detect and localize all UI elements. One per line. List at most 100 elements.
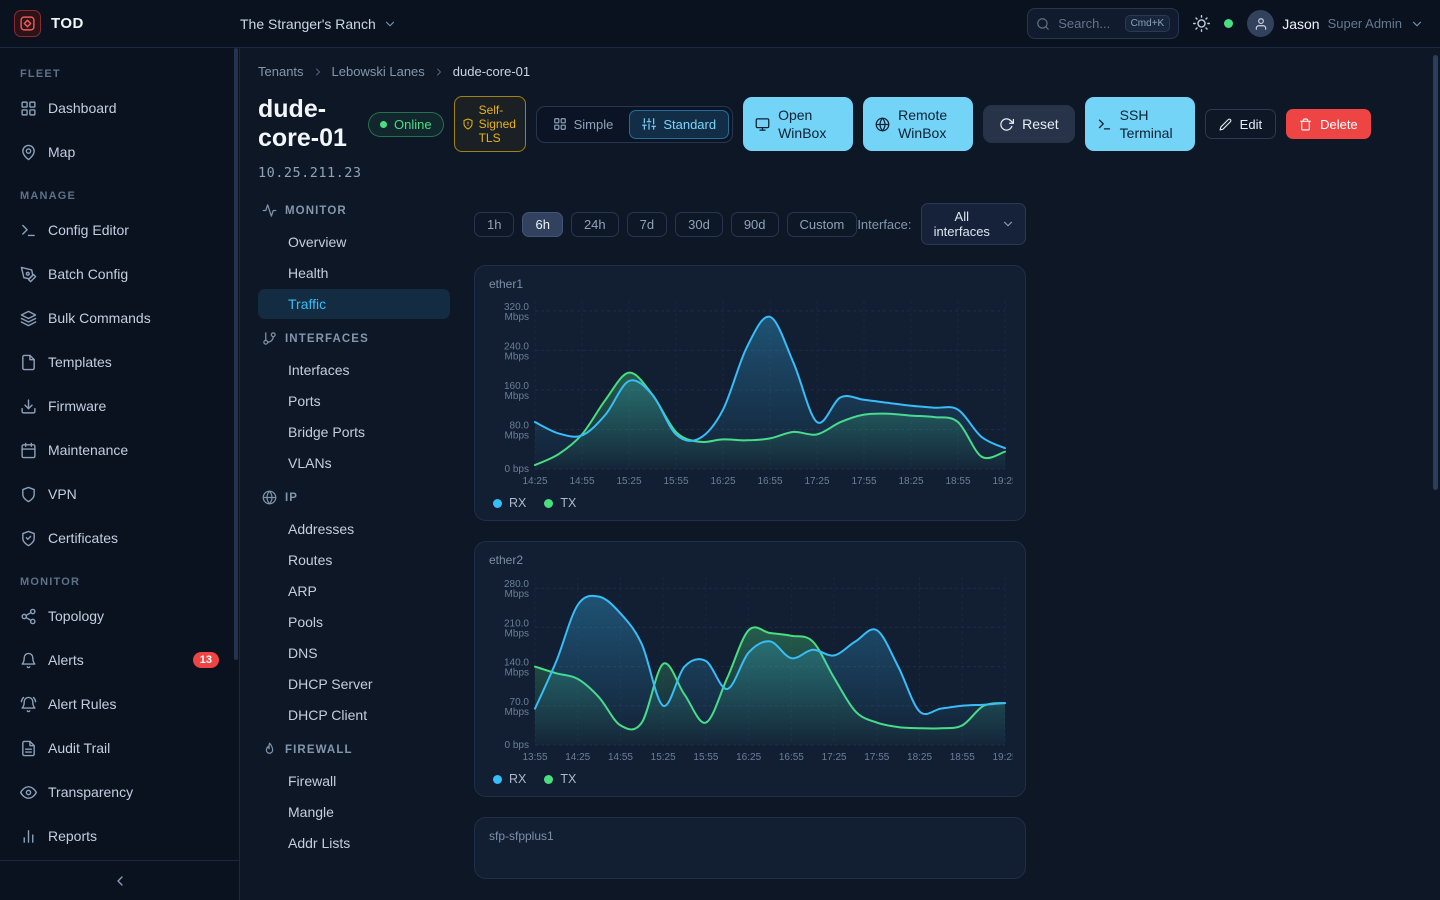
subnav-item-pools[interactable]: Pools xyxy=(258,607,450,637)
open-winbox-button[interactable]: Open WinBox xyxy=(743,97,853,151)
sidebar-item-batch-config[interactable]: Batch Config xyxy=(10,254,229,294)
breadcrumb-tenants[interactable]: Tenants xyxy=(258,64,304,79)
subnav-item-dns[interactable]: DNS xyxy=(258,638,450,668)
sidebar-item-transparency[interactable]: Transparency xyxy=(10,772,229,812)
user-role: Super Admin xyxy=(1328,16,1402,31)
sidebar-item-label: Map xyxy=(48,144,75,160)
tenant-selector[interactable]: The Stranger's Ranch xyxy=(240,16,397,32)
svg-text:Mbps: Mbps xyxy=(505,351,529,362)
sidebar-item-label: VPN xyxy=(48,486,77,502)
mode-standard-button[interactable]: Standard xyxy=(629,110,729,139)
subnav-item-ports[interactable]: Ports xyxy=(258,386,450,416)
sidebar-section-fleet: Fleet xyxy=(20,68,219,80)
subnav-item-health[interactable]: Health xyxy=(258,258,450,288)
sidebar-item-label: Certificates xyxy=(48,530,118,546)
online-dot xyxy=(380,121,387,128)
range-30d-button[interactable]: 30d xyxy=(675,212,723,237)
subnav-section-label: Interfaces xyxy=(285,333,369,345)
sidebar-item-bulk-commands[interactable]: Bulk Commands xyxy=(10,298,229,338)
sidebar-item-map[interactable]: Map xyxy=(10,132,229,172)
topbar: TOD The Stranger's Ranch Search... Cmd+K… xyxy=(0,0,1440,48)
svg-text:18:25: 18:25 xyxy=(898,476,923,487)
sidebar-collapse-button[interactable] xyxy=(0,860,239,900)
subnav-item-dhcp-client[interactable]: DHCP Client xyxy=(258,700,450,730)
range-90d-button[interactable]: 90d xyxy=(731,212,779,237)
svg-text:15:25: 15:25 xyxy=(651,752,676,763)
subnav-item-bridge-ports[interactable]: Bridge Ports xyxy=(258,417,450,447)
edit-button[interactable]: Edit xyxy=(1205,109,1276,139)
sidebar-item-label: Firmware xyxy=(48,398,106,414)
ssh-terminal-button[interactable]: SSH Terminal xyxy=(1085,97,1195,151)
svg-text:0 bps: 0 bps xyxy=(505,740,529,751)
sidebar-item-templates[interactable]: Templates xyxy=(10,342,229,382)
sidebar-item-label: Maintenance xyxy=(48,442,128,458)
subnav-item-interfaces[interactable]: Interfaces xyxy=(258,355,450,385)
subnav-item-mangle[interactable]: Mangle xyxy=(258,797,450,827)
sidebar-item-firmware[interactable]: Firmware xyxy=(10,386,229,426)
sidebar-item-audit-trail[interactable]: Audit Trail xyxy=(10,728,229,768)
search-input[interactable]: Search... Cmd+K xyxy=(1027,8,1179,39)
svg-text:17:25: 17:25 xyxy=(804,476,829,487)
sidebar-item-alert-rules[interactable]: Alert Rules xyxy=(10,684,229,724)
subnav-item-traffic[interactable]: Traffic xyxy=(258,289,450,319)
device-name: dude-core-01 xyxy=(258,95,352,153)
range-7d-button[interactable]: 7d xyxy=(627,212,667,237)
sidebar-item-alerts[interactable]: Alerts 13 xyxy=(10,640,229,680)
subnav-item-addresses[interactable]: Addresses xyxy=(258,514,450,544)
range-1h-button[interactable]: 1h xyxy=(474,212,514,237)
sidebar-item-label: Batch Config xyxy=(48,266,128,282)
remote-winbox-button[interactable]: Remote WinBox xyxy=(863,97,973,151)
ssh-terminal-label: SSH Terminal xyxy=(1120,106,1183,142)
subnav-item-addr-lists[interactable]: Addr Lists xyxy=(258,828,450,858)
device-actions: Online Self-Signed TLS Simple Stan xyxy=(368,95,1371,153)
main-content: Tenants Lebowski Lanes dude-core-01 dude… xyxy=(240,48,1440,900)
sidebar-item-dashboard[interactable]: Dashboard xyxy=(10,88,229,128)
svg-text:18:55: 18:55 xyxy=(945,476,970,487)
range-24h-button[interactable]: 24h xyxy=(571,212,619,237)
delete-button[interactable]: Delete xyxy=(1286,109,1371,139)
subnav-section-label: Monitor xyxy=(285,205,347,217)
chart-title: ether1 xyxy=(489,277,1011,291)
search-icon xyxy=(1036,17,1050,31)
sidebar-item-vpn[interactable]: VPN xyxy=(10,474,229,514)
sidebar-item-label: Transparency xyxy=(48,784,133,800)
sidebar-item-certificates[interactable]: Certificates xyxy=(10,518,229,558)
mode-simple-button[interactable]: Simple xyxy=(540,110,627,139)
page-scrollbar[interactable] xyxy=(1433,55,1438,490)
user-name: Jason xyxy=(1282,16,1319,32)
theme-toggle-button[interactable] xyxy=(1193,15,1210,32)
subnav-item-dhcp-server[interactable]: DHCP Server xyxy=(258,669,450,699)
subnav-item-firewall[interactable]: Firewall xyxy=(258,766,450,796)
breadcrumb-tenant[interactable]: Lebowski Lanes xyxy=(332,64,425,79)
user-menu[interactable]: Jason Super Admin xyxy=(1247,10,1424,37)
sidebar-scrollbar[interactable] xyxy=(234,48,238,660)
sidebar-item-reports[interactable]: Reports xyxy=(10,816,229,856)
sidebar-section-monitor: Monitor xyxy=(20,576,219,588)
refresh-icon xyxy=(999,117,1014,132)
sidebar-item-label: Bulk Commands xyxy=(48,310,151,326)
edit-label: Edit xyxy=(1240,117,1262,132)
subnav-item-overview[interactable]: Overview xyxy=(258,227,450,257)
subnav-item-vlans[interactable]: VLANs xyxy=(258,448,450,478)
user-icon xyxy=(1254,17,1268,31)
chart-card-sfp-sfpplus1: sfp-sfpplus1 xyxy=(474,817,1026,879)
subnav-item-routes[interactable]: Routes xyxy=(258,545,450,575)
tenant-name: The Stranger's Ranch xyxy=(240,16,376,32)
svg-text:14:25: 14:25 xyxy=(565,752,590,763)
mode-simple-label: Simple xyxy=(574,117,614,132)
interface-select[interactable]: All interfaces xyxy=(921,203,1026,245)
globe-icon xyxy=(875,117,890,132)
range-6h-button[interactable]: 6h xyxy=(522,212,562,237)
sidebar-item-label: Config Editor xyxy=(48,222,129,238)
sidebar-item-maintenance[interactable]: Maintenance xyxy=(10,430,229,470)
sidebar-item-topology[interactable]: Topology xyxy=(10,596,229,636)
shield-check-icon xyxy=(20,530,37,547)
sidebar-item-config-editor[interactable]: Config Editor xyxy=(10,210,229,250)
range-custom-button[interactable]: Custom xyxy=(787,212,858,237)
traffic-panel: 1h 6h 24h 7d 30d 90d Custom Interface: A… xyxy=(474,191,1026,879)
subnav-item-arp[interactable]: ARP xyxy=(258,576,450,606)
traffic-chart-ether1: 320.0Mbps240.0Mbps160.0Mbps80.0Mbps0 bps… xyxy=(489,293,1011,491)
reset-button[interactable]: Reset xyxy=(983,105,1075,143)
topology-icon xyxy=(20,608,37,625)
svg-text:14:55: 14:55 xyxy=(608,752,633,763)
